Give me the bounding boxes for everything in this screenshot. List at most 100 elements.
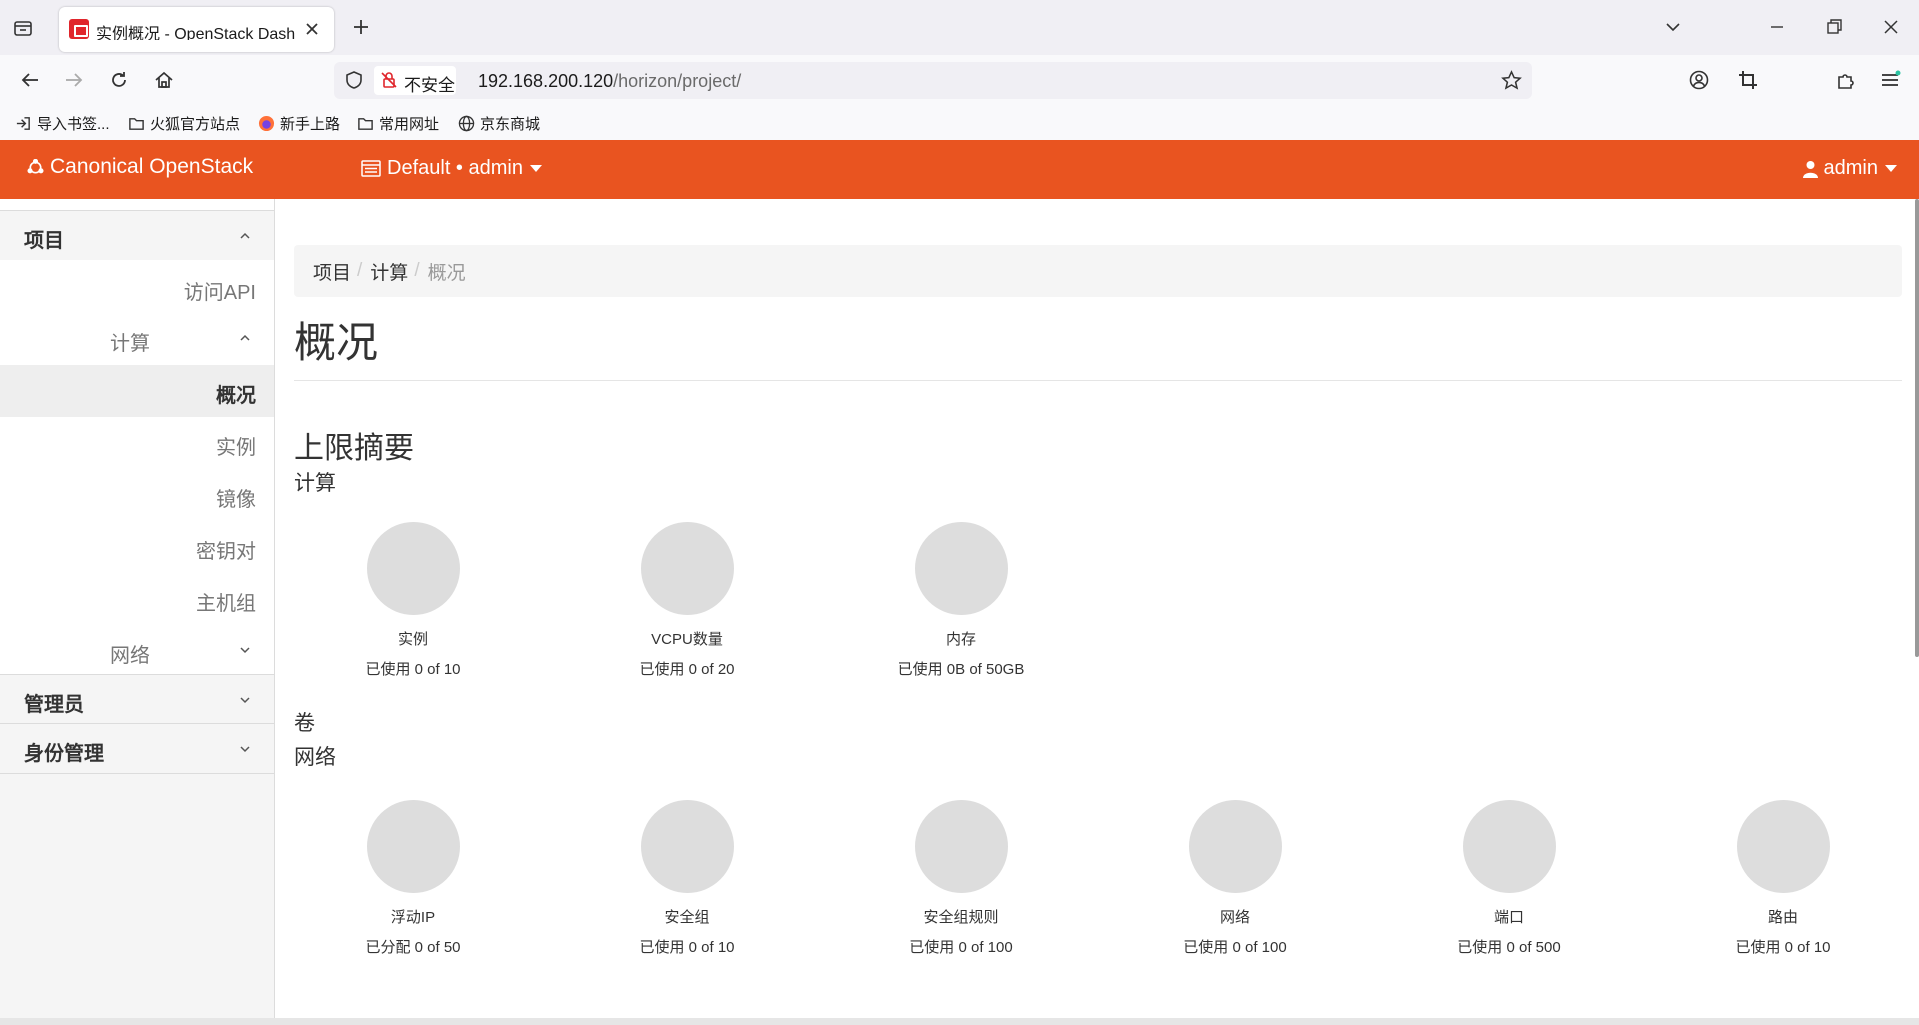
forward-arrow-icon[interactable]: [63, 69, 85, 91]
sidebar-section-project[interactable]: 项目: [0, 211, 274, 261]
shield-icon[interactable]: [344, 70, 364, 90]
minimize-icon[interactable]: [1766, 16, 1788, 38]
sidebar-group-network[interactable]: 网络: [0, 625, 274, 677]
pie-chart-label: 内存: [945, 631, 976, 648]
project-selector-dropdown[interactable]: Default • admin: [361, 157, 542, 180]
breadcrumb: 项目 / 计算 / 概况: [294, 245, 1902, 297]
browser-navigation-bar: 不安全 192.168.200.120/horizon/project/: [0, 55, 1919, 105]
bookmark-label: 京东商城: [480, 115, 541, 133]
pie-chart-circle: [1463, 800, 1556, 893]
sidebar-item-overview[interactable]: 概况: [0, 365, 274, 417]
user-menu-label: admin: [1823, 157, 1878, 179]
limit-pie-chart: 网络已使用 0 of 100: [1120, 800, 1350, 970]
pie-chart-label: 网络: [1219, 909, 1250, 926]
pie-chart-label: 端口: [1493, 909, 1524, 926]
limits-summary-heading: 上限摘要: [294, 432, 414, 465]
folder-icon: [129, 117, 144, 130]
user-menu-dropdown[interactable]: admin: [1802, 157, 1897, 180]
caret-down-icon: [1885, 165, 1897, 172]
pie-chart-label: 安全组规则: [923, 909, 999, 926]
limit-pie-chart: 端口已使用 0 of 500: [1394, 800, 1624, 970]
page-scrollbar-thumb[interactable]: [1915, 199, 1919, 657]
sidebar-item-key-pairs[interactable]: 密钥对: [0, 521, 274, 573]
pie-chart-usage: 已使用 0 of 100: [1183, 939, 1287, 956]
back-arrow-icon[interactable]: [19, 69, 41, 91]
pie-chart-circle: [641, 800, 734, 893]
project-list-icon: [361, 160, 381, 177]
breadcrumb-item-overview: 概况: [427, 262, 466, 284]
bookmark-firefox-official[interactable]: 火狐官方站点: [128, 113, 240, 133]
chevron-up-icon: [240, 334, 250, 342]
close-window-icon[interactable]: [1880, 16, 1902, 38]
sidebar-item-label: 实例: [216, 437, 256, 459]
home-icon[interactable]: [153, 69, 175, 91]
sidebar-item-label: 密钥对: [196, 541, 256, 563]
pie-chart-usage: 已使用 0 of 500: [1457, 939, 1561, 956]
sidebar-section-admin[interactable]: 管理员: [0, 674, 274, 724]
bookmark-import[interactable]: 导入书签...: [15, 113, 110, 133]
pie-chart-usage: 已使用 0 of 100: [909, 939, 1013, 956]
sidebar-item-server-groups[interactable]: 主机组: [0, 573, 274, 625]
tab-list-icon[interactable]: [12, 17, 34, 39]
pie-chart-label: 浮动IP: [390, 909, 436, 926]
bookmark-label: 火狐官方站点: [150, 115, 241, 133]
close-tab-icon[interactable]: [303, 20, 321, 38]
limit-pie-chart: 安全组规则已使用 0 of 100: [846, 800, 1076, 970]
insecure-connection-indicator[interactable]: 不安全: [374, 66, 456, 95]
limit-pie-chart: 安全组 已使用 0 of 10: [572, 800, 802, 970]
pie-chart-usage: 已使用 0 of 20: [639, 661, 735, 678]
pie-chart-label: 实例: [397, 631, 428, 648]
sidebar-group-compute[interactable]: 计算: [0, 313, 274, 365]
bookmark-star-icon[interactable]: [1501, 70, 1522, 91]
pie-chart-usage: 已使用 0 of 10: [365, 661, 461, 678]
hamburger-menu-icon[interactable]: [1879, 69, 1901, 91]
pie-chart-label: 安全组: [664, 909, 710, 926]
browser-tab-active[interactable]: 实例概况 - OpenStack Dashboard: [59, 7, 334, 52]
sidebar-group-label: 网络: [110, 645, 150, 667]
project-selector-label: Default • admin: [387, 157, 523, 179]
sidebar: 项目 访问API 计算 概况 实例 镜像 密钥对 主机组 网络 管理员 身份管理: [0, 199, 275, 1025]
firefox-icon: [258, 115, 275, 131]
network-heading: 网络: [294, 746, 336, 769]
sidebar-item-label: 镜像: [216, 489, 256, 511]
limit-pie-chart: VCPU数量 已使用 0 of 20: [572, 522, 802, 692]
bookmark-getting-started[interactable]: 新手上路: [258, 113, 340, 133]
url-host: 192.168.200.120: [478, 71, 614, 91]
sidebar-item-instances[interactable]: 实例: [0, 417, 274, 469]
screenshot-crop-icon[interactable]: [1737, 69, 1759, 91]
bookmark-common-sites[interactable]: 常用网址: [357, 113, 439, 133]
insecure-label: 不安全: [404, 76, 455, 95]
pie-chart-circle: [915, 522, 1008, 615]
insecure-lock-icon: [380, 71, 398, 89]
pie-chart-usage: 已使用 0 of 10: [1735, 939, 1831, 956]
account-icon[interactable]: [1688, 69, 1710, 91]
reload-icon[interactable]: [108, 69, 130, 91]
pie-chart-circle: [915, 800, 1008, 893]
url-text[interactable]: 192.168.200.120/horizon/project/: [478, 71, 741, 92]
new-tab-icon[interactable]: [350, 16, 372, 38]
address-bar[interactable]: 不安全 192.168.200.120/horizon/project/: [334, 62, 1532, 99]
bookmark-jd-mall[interactable]: 京东商城: [458, 113, 540, 133]
openstack-favicon-icon: [69, 19, 89, 39]
chevron-down-icon: [240, 696, 250, 704]
tab-title: 实例概况 - OpenStack Dashboard: [96, 26, 296, 40]
restore-window-icon[interactable]: [1823, 16, 1845, 38]
sidebar-item-access-api[interactable]: 访问API: [0, 262, 274, 314]
pie-chart-circle: [1737, 800, 1830, 893]
brand-logo[interactable]: Canonical OpenStack: [27, 155, 253, 179]
sidebar-section-identity[interactable]: 身份管理: [0, 724, 274, 774]
extensions-icon[interactable]: [1835, 69, 1857, 91]
sidebar-section-label: 身份管理: [24, 743, 104, 765]
sidebar-section-label: 管理员: [24, 694, 84, 716]
page-title: 概况: [294, 319, 379, 366]
compute-heading: 计算: [294, 472, 336, 495]
chevron-up-icon: [240, 232, 250, 240]
pie-chart-usage: 已分配 0 of 50: [365, 939, 461, 956]
openstack-header: Canonical OpenStack Default • admin admi…: [0, 140, 1919, 199]
breadcrumb-item-compute[interactable]: 计算: [370, 258, 408, 285]
breadcrumb-item-project[interactable]: 项目: [313, 258, 351, 285]
limit-pie-chart: 路由 已使用 0 of 10: [1668, 800, 1898, 970]
tab-overflow-chevron-icon[interactable]: [1662, 16, 1684, 38]
browser-tab-strip: 实例概况 - OpenStack Dashboard: [0, 0, 1919, 55]
sidebar-item-images[interactable]: 镜像: [0, 469, 274, 521]
